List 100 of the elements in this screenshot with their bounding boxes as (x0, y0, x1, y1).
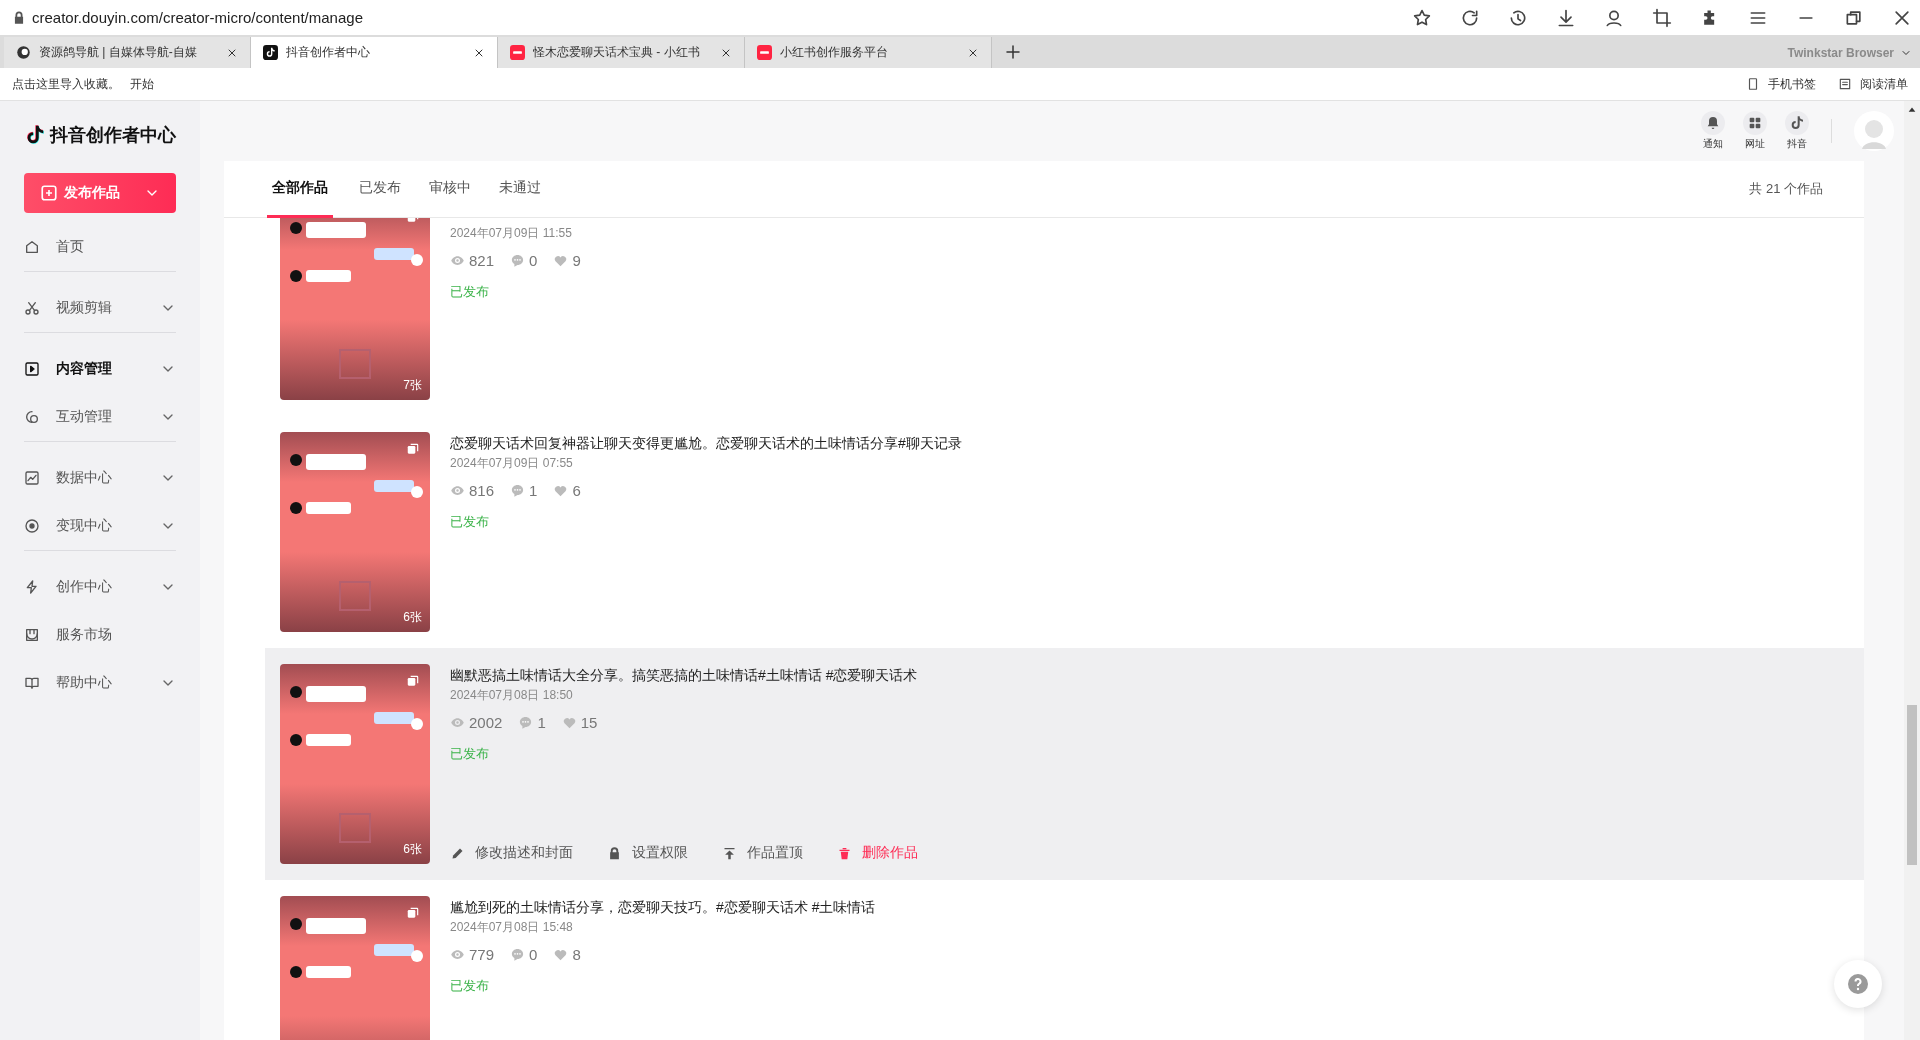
publish-date: 2024年07月08日 18:50 (450, 687, 574, 704)
view-count: 821 (469, 252, 495, 269)
status-label: 已发布 (450, 745, 490, 763)
menu-item[interactable]: 数据中心 (24, 454, 176, 502)
lock-icon (12, 10, 26, 25)
comment-count: 0 (529, 946, 538, 963)
note-icon (263, 45, 278, 60)
comment-count: 1 (537, 714, 546, 731)
eye-icon (450, 715, 465, 730)
question-icon (1846, 972, 1870, 996)
comment-icon (510, 253, 526, 268)
heart-icon (553, 947, 569, 962)
header-link[interactable]: 网址 (1745, 137, 1765, 151)
work-title[interactable]: 尴尬到死的土味情话分享，恋爱聊天技巧。#恋爱聊天话术 #土味情话 (450, 897, 1849, 917)
menu-item[interactable]: 服务市场 (24, 611, 176, 659)
works-count: 共 21 个作品 (1749, 180, 1823, 198)
header-link[interactable]: 通知 (1703, 137, 1723, 151)
bookmark-link[interactable]: 手机书签 (1768, 75, 1816, 93)
crop-icon[interactable] (1652, 7, 1672, 28)
view-count: 816 (469, 482, 495, 499)
action-link[interactable]: 修改描述和封面 (450, 844, 573, 862)
comment-count: 1 (529, 482, 538, 499)
browser-brand: Twinkstar Browser (1787, 45, 1894, 60)
like-count: 15 (580, 714, 598, 731)
book-icon (24, 675, 40, 691)
logo-text: 抖音创作者中心 (50, 124, 176, 147)
status-label: 已发布 (450, 283, 490, 301)
grid-icon[interactable] (1743, 111, 1767, 135)
menu-item[interactable]: 变现中心 (24, 502, 176, 551)
menu-item[interactable]: 互动管理 (24, 393, 176, 442)
note-icon[interactable] (1785, 111, 1809, 135)
lock-icon (607, 845, 622, 861)
bell-icon[interactable] (1701, 111, 1725, 135)
publish-date: 2024年07月09日 11:55 (450, 225, 573, 242)
comment-icon (510, 947, 526, 962)
eye-icon (450, 253, 465, 268)
star-icon[interactable] (1412, 7, 1432, 28)
phone-icon (1746, 77, 1760, 91)
header-link[interactable]: 抖音 (1787, 137, 1807, 151)
view-count: 2002 (469, 714, 503, 731)
filter-tab[interactable]: 已发布 (357, 161, 403, 218)
page-count: 6张 (403, 841, 422, 858)
action-link[interactable]: 作品置顶 (722, 844, 803, 862)
import-hint: 点击这里导入收藏。 (12, 75, 120, 93)
eye-icon (450, 483, 465, 498)
home-icon (24, 239, 40, 255)
pin-top-icon (722, 845, 737, 861)
bookmark-link[interactable]: 阅读清单 (1860, 75, 1908, 93)
app-icon (510, 45, 525, 60)
plus-icon (40, 184, 58, 202)
filter-tab[interactable]: 未通过 (497, 161, 543, 218)
heart-icon (553, 253, 569, 268)
trash-icon (837, 845, 852, 861)
comment-count: 0 (529, 252, 538, 269)
work-title[interactable]: 恋爱聊天话术回复神器让聊天变得更尴尬。恋爱聊天话术的土味情话分享#聊天记录 (450, 433, 1849, 453)
note-icon (24, 123, 46, 147)
eye-icon (450, 947, 465, 962)
action-link[interactable]: 设置权限 (607, 844, 688, 862)
globe-icon (16, 45, 31, 60)
menu-item[interactable]: 创作中心 (24, 563, 176, 611)
list-icon (1838, 77, 1852, 91)
publish-date: 2024年07月08日 15:48 (450, 919, 574, 936)
page-count: 7张 (403, 377, 422, 394)
menu-item[interactable]: 首页 (24, 223, 176, 272)
browser-tab[interactable]: 怪木恋爱聊天话术宝典 - 小红书 (498, 37, 745, 68)
status-label: 已发布 (450, 513, 490, 531)
comment-icon (518, 715, 534, 730)
app-icon (757, 45, 772, 60)
heart-icon (561, 715, 577, 730)
menu-item[interactable]: 帮助中心 (24, 659, 176, 707)
start-link[interactable]: 开始 (130, 75, 154, 93)
filter-tab[interactable]: 审核中 (427, 161, 473, 218)
download-icon[interactable] (1556, 7, 1576, 28)
lightning-icon (24, 579, 40, 595)
comment-icon (510, 483, 526, 498)
menu-item[interactable]: 内容管理 (24, 345, 176, 393)
like-count: 6 (572, 482, 581, 499)
scissors-icon (24, 300, 40, 316)
status-label: 已发布 (450, 977, 490, 995)
scroll-up-icon[interactable] (1907, 105, 1917, 115)
browser-tab[interactable]: 资源鸽导航 | 自媒体导航-自媒 (4, 37, 251, 68)
browser-tab[interactable]: 小红书创作服务平台 (745, 37, 992, 68)
chart-icon (24, 470, 40, 486)
new-tab-icon[interactable] (1004, 43, 1022, 61)
like-count: 8 (572, 946, 581, 963)
browser-tab[interactable]: 抖音创作者中心 (251, 37, 498, 68)
chat-icon (24, 409, 40, 425)
scrollbar-thumb[interactable] (1907, 705, 1917, 865)
work-title[interactable]: 幽默恶搞土味情话大全分享。搞笑恶搞的土味情话#土味情话 #恋爱聊天话术 (450, 665, 1849, 685)
like-count: 9 (572, 252, 581, 269)
address-bar[interactable]: creator.douyin.com/creator-micro/content/manage (32, 9, 363, 26)
publish-date: 2024年07月09日 07:55 (450, 455, 574, 472)
heart-icon (553, 483, 569, 498)
menu-item[interactable]: 视频剪辑 (24, 284, 176, 333)
shop-icon (24, 627, 40, 643)
view-count: 779 (469, 946, 495, 963)
target-icon (24, 518, 40, 534)
page-count: 6张 (403, 609, 422, 626)
help-button[interactable] (1834, 960, 1882, 1008)
play-icon (24, 361, 40, 377)
